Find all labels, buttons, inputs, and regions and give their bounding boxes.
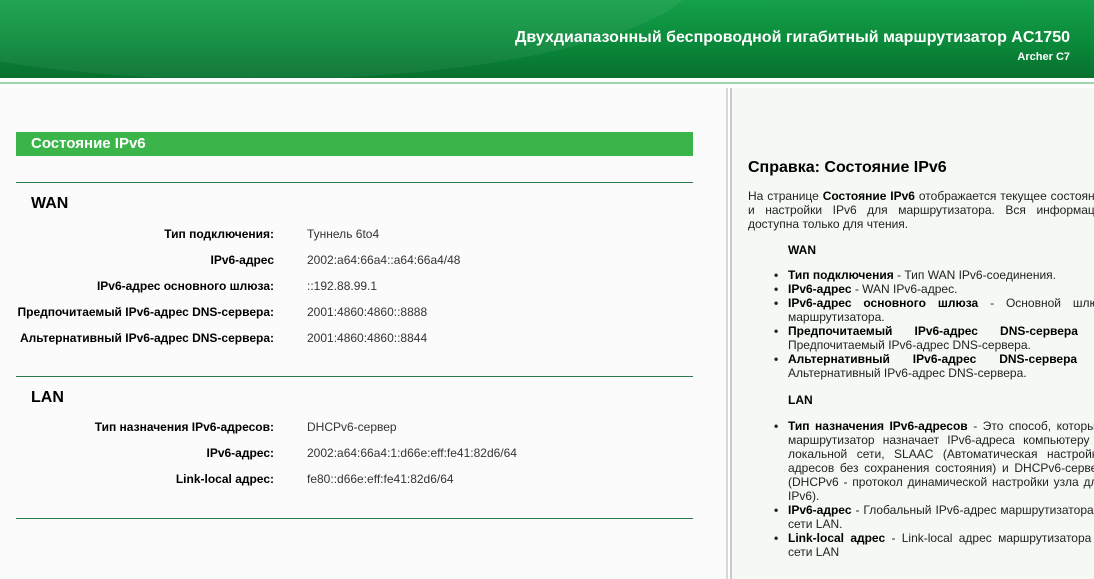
lan-link-local-label: Link-local адрес: (175, 472, 274, 486)
help-term: Предпочитаемый IPv6-адрес DNS-сервера (788, 324, 1078, 338)
list-item: Тип подключения - Тип WAN IPv6-соединени… (774, 268, 1094, 282)
product-title: Двухдиапазонный беспроводной гигабитный … (515, 29, 1070, 46)
wan-primary-dns-value: 2001:4860:4860::8888 (307, 305, 428, 319)
help-term: Альтернативный IPv6-адрес DNS-сервера (788, 352, 1078, 366)
section-title-bar: Состояние IPv6 (16, 132, 693, 156)
model-name: Archer C7 (1017, 51, 1070, 63)
help-intro-bold: Состояние IPv6 (822, 189, 915, 203)
lan-link-local-value: fe80::d66e:eff:fe41:82d6/64 (307, 472, 454, 486)
help-term: IPv6-адрес (788, 503, 852, 517)
help-title: Справка: Состояние IPv6 (748, 159, 947, 176)
wan-connection-type-label: Тип подключения: (164, 227, 274, 241)
help-wan-list: Тип подключения - Тип WAN IPv6-соединени… (774, 268, 1094, 380)
help-desc: - WAN IPv6-адрес. (851, 282, 958, 296)
list-item: IPv6-адрес - WAN IPv6-адрес. (774, 282, 1094, 296)
wan-primary-dns-label: Предпочитаемый IPv6-адрес DNS-сервера: (17, 305, 275, 319)
list-item: Альтернативный IPv6-адрес DNS-сервера - … (774, 352, 1094, 380)
list-item: Тип назначения IPv6-адресов - Это способ… (774, 419, 1094, 503)
wan-secondary-dns-label: Альтернативный IPv6-адрес DNS-сервера: (20, 331, 274, 345)
help-intro-pre: На странице (748, 189, 823, 203)
help-intro: На странице Состояние IPv6 отображается … (748, 189, 1094, 231)
lan-ipv6-address-value: 2002:a64:66a4:1:d66e:eff:fe41:82d6/64 (307, 446, 517, 460)
lan-assign-type-value: DHCPv6-сервер (307, 420, 397, 434)
main-content: Состояние IPv6 WAN Тип подключения: Тунн… (0, 88, 726, 579)
list-item: Link-local адрес - Link-local адрес марш… (774, 531, 1094, 559)
lan-group-title: LAN (31, 389, 64, 406)
section-title: Состояние IPv6 (31, 135, 146, 152)
divider-line (16, 182, 693, 183)
help-term: IPv6-адрес основного шлюза (788, 296, 979, 310)
help-term: Link-local адрес (788, 531, 886, 545)
wan-group-title: WAN (31, 195, 69, 212)
wan-secondary-dns-value: 2001:4860:4860::8844 (307, 331, 428, 345)
lan-ipv6-address-label: IPv6-адрес: (206, 446, 275, 460)
list-item: IPv6-адрес основного шлюза - Основной шл… (774, 296, 1094, 324)
help-panel[interactable]: Справка: Состояние IPv6 На странице Сост… (732, 88, 1094, 579)
wan-ipv6-address-label: IPv6-адрес (210, 253, 275, 267)
wan-ipv6-address-value: 2002:a64:66a4::a64:66a4/48 (307, 253, 461, 267)
divider-line (16, 518, 693, 519)
wan-connection-type-value: Туннель 6to4 (307, 227, 380, 241)
wan-gateway-label: IPv6-адрес основного шлюза: (96, 279, 274, 293)
wan-gateway-value: ::192.88.99.1 (307, 279, 378, 293)
lan-assign-type-label: Тип назначения IPv6-адресов: (94, 420, 274, 434)
header-banner: Двухдиапазонный беспроводной гигабитный … (0, 0, 1094, 78)
divider-line (16, 376, 693, 377)
list-item: IPv6-адрес - Глобальный IPv6-адрес маршр… (774, 503, 1094, 531)
pane-divider (726, 88, 728, 579)
help-desc: - Тип WAN IPv6-соединения. (893, 268, 1056, 282)
list-item: Предпочитаемый IPv6-адрес DNS-сервера - … (774, 324, 1094, 352)
help-wan-title: WAN (788, 243, 816, 257)
help-lan-list: Тип назначения IPv6-адресов - Это способ… (774, 419, 1094, 559)
help-term: Тип подключения (788, 268, 894, 282)
help-term: IPv6-адрес (788, 282, 852, 296)
header-separator-accent (0, 82, 1094, 84)
help-term: Тип назначения IPv6-адресов (788, 419, 968, 433)
help-lan-title: LAN (788, 393, 813, 407)
